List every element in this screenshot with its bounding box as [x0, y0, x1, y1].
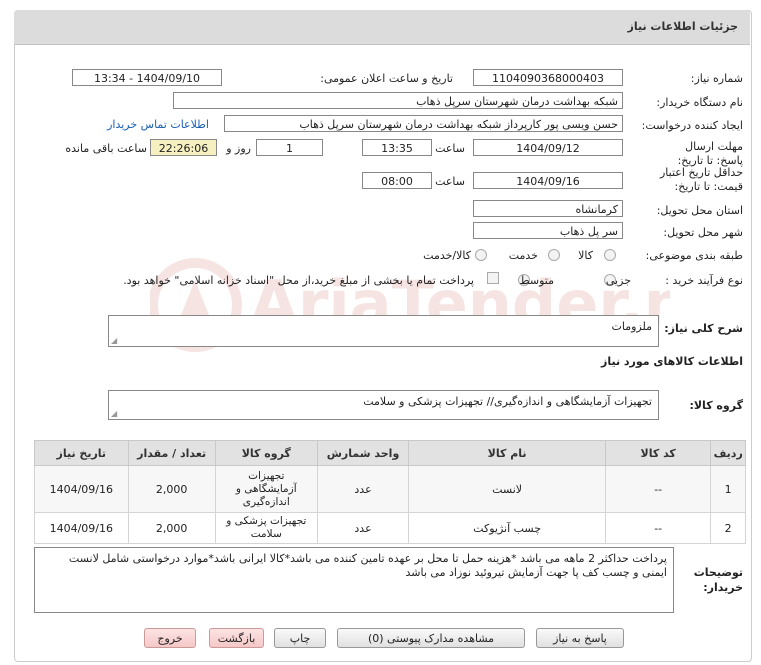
reply-time-field: 13:35 — [362, 139, 432, 156]
validity-date-field: 1404/09/16 — [473, 172, 623, 189]
cell-group: تجهیزات آزمایشگاهی و اندازه‌گیری — [214, 465, 318, 513]
need-number-label: شماره نیاز: — [690, 72, 743, 85]
summary-value: ملزومات — [611, 320, 652, 333]
reply-deadline-label: مهلت ارسال پاسخ: تا تاریخ: — [677, 140, 743, 167]
cell-qty: 2,000 — [127, 465, 216, 513]
col-date: تاریخ نیاز — [34, 440, 129, 466]
notes-text: پرداخت حداکثر 2 ماهه می باشد *هزینه حمل … — [68, 552, 667, 579]
validity-label: حداقل تاریخ اعتبار قیمت: تا تاریخ: — [659, 166, 743, 193]
payment-note: پرداخت تمام یا بخشی از مبلغ خرید،از محل … — [123, 274, 474, 287]
validity-time-field: 08:00 — [362, 172, 432, 189]
category-option-service: خدمت — [508, 249, 538, 262]
days-field: 1 — [256, 139, 323, 156]
cell-date: 1404/09/16 — [34, 465, 129, 513]
province-field: کرمانشاه — [473, 200, 623, 217]
summary-label: شرح کلی نیاز: — [664, 322, 743, 335]
reply-date-field: 1404/09/12 — [473, 139, 623, 156]
process-option-minor: جزیی — [605, 274, 631, 287]
notes-field: پرداخت حداکثر 2 ماهه می باشد *هزینه حمل … — [34, 547, 674, 613]
page-title: جزئیات اطلاعات نیاز — [627, 20, 739, 33]
cell-code: -- — [604, 465, 712, 513]
group-field: تجهیزات آزمایشگاهی و اندازه‌گیری// تجهیز… — [108, 390, 659, 420]
announce-field: 1404/09/10 - 13:34 — [72, 69, 222, 86]
cell-qty: 2,000 — [127, 512, 216, 544]
days-label: روز و — [226, 142, 251, 155]
goods-info-title: اطلاعات کالاهای مورد نیاز — [601, 355, 743, 368]
back-button[interactable]: بازگشت — [209, 628, 264, 648]
category-radio-goods[interactable] — [604, 249, 616, 261]
need-number-field: 1104090368000403 — [473, 69, 623, 86]
cell-name: چسب آنژیوکت — [408, 512, 606, 544]
col-name: نام کالا — [408, 440, 606, 466]
resize-grip-icon[interactable]: ◢ — [111, 409, 117, 418]
creator-label: ایجاد کننده درخواست: — [641, 119, 743, 132]
category-radio-both[interactable] — [475, 249, 487, 261]
category-option-both: کالا/خدمت — [423, 249, 471, 262]
resize-grip-icon[interactable]: ◢ — [111, 336, 117, 345]
buyer-org-label: نام دستگاه خریدار: — [656, 96, 743, 109]
cell-unit: عدد — [316, 465, 410, 513]
validity-time-label: ساعت — [435, 175, 465, 188]
reply-button[interactable]: پاسخ به نیاز — [536, 628, 624, 648]
announce-label: تاریخ و ساعت اعلان عمومی: — [320, 72, 453, 85]
notes-label: توضیحات خریدار: — [693, 566, 743, 594]
print-button[interactable]: چاپ — [274, 628, 326, 648]
category-label: طبقه بندی موضوعی: — [645, 249, 743, 262]
province-label: استان محل تحویل: — [656, 204, 743, 217]
table-header-row: ردیف کد کالا نام کالا واحد شمارش گروه کا… — [34, 440, 746, 466]
buyer-org-field: شبکه بهداشت درمان شهرستان سرپل ذهاب — [173, 92, 623, 109]
cell-group: تجهیزات پزشکی و سلامت — [214, 512, 318, 544]
category-radio-service[interactable] — [548, 249, 560, 261]
table-row[interactable]: 1 -- لانست عدد تجهیزات آزمایشگاهی و اندا… — [34, 465, 746, 513]
process-label: نوع فرآیند خرید : — [665, 274, 743, 287]
remaining-time-field: 22:26:06 — [150, 139, 217, 156]
summary-field: ملزومات ◢ — [108, 315, 659, 347]
items-table: ردیف کد کالا نام کالا واحد شمارش گروه کا… — [34, 440, 746, 544]
attachments-button[interactable]: مشاهده مدارک پیوستی (0) — [337, 628, 525, 648]
col-unit: واحد شمارش — [316, 440, 410, 466]
cell-name: لانست — [408, 465, 606, 513]
cell-unit: عدد — [316, 512, 410, 544]
table-row[interactable]: 2 -- چسب آنژیوکت عدد تجهیزات پزشکی و سلا… — [34, 512, 746, 544]
remaining-label: ساعت باقی مانده — [65, 142, 147, 155]
col-code: کد کالا — [604, 440, 712, 466]
group-value: تجهیزات آزمایشگاهی و اندازه‌گیری// تجهیز… — [363, 395, 652, 408]
treasury-checkbox[interactable] — [487, 272, 499, 284]
col-index: ردیف — [710, 440, 746, 466]
cell-code: -- — [604, 512, 712, 544]
cell-index: 2 — [710, 512, 746, 544]
reply-time-label: ساعت — [435, 142, 465, 155]
group-label: گروه کالا: — [689, 399, 743, 412]
city-label: شهر محل تحویل: — [663, 226, 743, 239]
exit-button[interactable]: خروج — [144, 628, 196, 648]
category-option-goods: کالا — [578, 249, 593, 262]
contact-info-link[interactable]: اطلاعات تماس خریدار — [107, 118, 209, 131]
col-group: گروه کالا — [214, 440, 318, 466]
cell-index: 1 — [710, 465, 746, 513]
panel-header: جزئیات اطلاعات نیاز — [14, 10, 750, 45]
creator-field: حسن ویسی پور کارپرداز شبکه بهداشت درمان … — [224, 115, 623, 132]
cell-date: 1404/09/16 — [34, 512, 129, 544]
col-qty: تعداد / مقدار — [127, 440, 216, 466]
process-option-medium: متوسط — [519, 274, 554, 287]
city-field: سر پل ذهاب — [473, 222, 623, 239]
